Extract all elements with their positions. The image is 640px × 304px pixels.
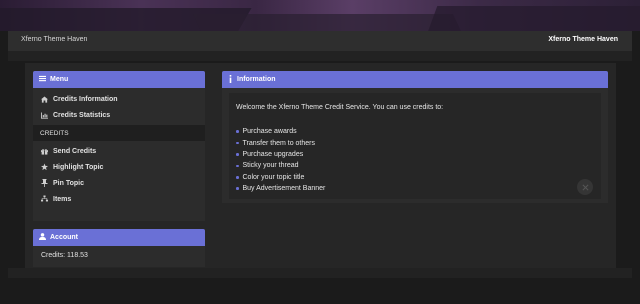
sitemap-icon — [41, 195, 48, 203]
list-item: Purchase upgrades — [236, 149, 325, 160]
welcome-text: Welcome the Xferno Theme Credit Service.… — [236, 104, 444, 111]
menu-header: Menu — [33, 71, 205, 88]
home-icon — [41, 95, 48, 103]
credit-uses-list: Purchase awards Transfer them to others … — [236, 126, 325, 194]
content-area: Menu Credits Information Credits Statist… — [25, 63, 616, 268]
information-header: Information — [222, 71, 608, 88]
menu-panel: Menu Credits Information Credits Statist… — [33, 71, 205, 221]
sidebar-item-label: Highlight Topic — [53, 163, 104, 171]
account-panel: Account Credits: 118.53 — [33, 229, 205, 267]
credits-balance: Credits: 118.53 — [41, 252, 88, 259]
sidebar-item-pin-topic[interactable]: Pin Topic — [33, 175, 205, 191]
sidebar-item-label: Send Credits — [53, 147, 97, 155]
star-icon — [41, 163, 48, 171]
pin-icon — [41, 179, 48, 187]
account-header: Account — [33, 229, 205, 246]
sidebar-item-credits-information[interactable]: Credits Information — [33, 91, 205, 107]
menu-title: Menu — [50, 76, 69, 83]
site-brand-link[interactable]: Xferno Theme Haven — [21, 36, 87, 43]
information-title: Information — [237, 76, 276, 83]
top-navbar: Xferno Theme Haven Xferno Theme Haven — [8, 31, 632, 51]
close-icon[interactable] — [577, 179, 593, 195]
information-body: Welcome the Xferno Theme Credit Service.… — [229, 93, 601, 199]
sidebar-item-label: Credits Statistics — [53, 111, 111, 119]
sidebar-item-label: Credits Information — [53, 95, 118, 103]
credits-section-header: CREDITS — [33, 125, 205, 141]
sidebar-item-credits-statistics[interactable]: Credits Statistics — [33, 107, 205, 123]
site-title-link[interactable]: Xferno Theme Haven — [548, 36, 618, 43]
bar-chart-icon — [41, 111, 48, 119]
sidebar-item-label: Pin Topic — [53, 179, 84, 187]
header-banner — [0, 0, 640, 31]
info-icon — [228, 74, 233, 85]
user-icon — [39, 233, 46, 242]
bars-icon — [39, 75, 46, 84]
sidebar-item-label: Items — [53, 195, 72, 203]
information-panel: Information Welcome the Xferno Theme Cre… — [222, 71, 608, 203]
footer-strip — [8, 268, 632, 278]
divider-strip — [8, 51, 632, 61]
sidebar-item-highlight-topic[interactable]: Highlight Topic — [33, 159, 205, 175]
gift-icon — [41, 148, 48, 155]
list-item: Purchase awards — [236, 126, 325, 137]
account-title: Account — [50, 234, 78, 241]
banner-mountain — [193, 14, 467, 31]
list-item: Color your topic title — [236, 172, 325, 183]
sidebar-item-send-credits[interactable]: Send Credits — [33, 143, 205, 159]
banner-mountain — [422, 6, 640, 31]
list-item: Sticky your thread — [236, 160, 325, 171]
sidebar-item-items[interactable]: Items — [33, 191, 205, 207]
list-item: Buy Advertisement Banner — [236, 183, 325, 194]
list-item: Transfer them to others — [236, 137, 325, 148]
